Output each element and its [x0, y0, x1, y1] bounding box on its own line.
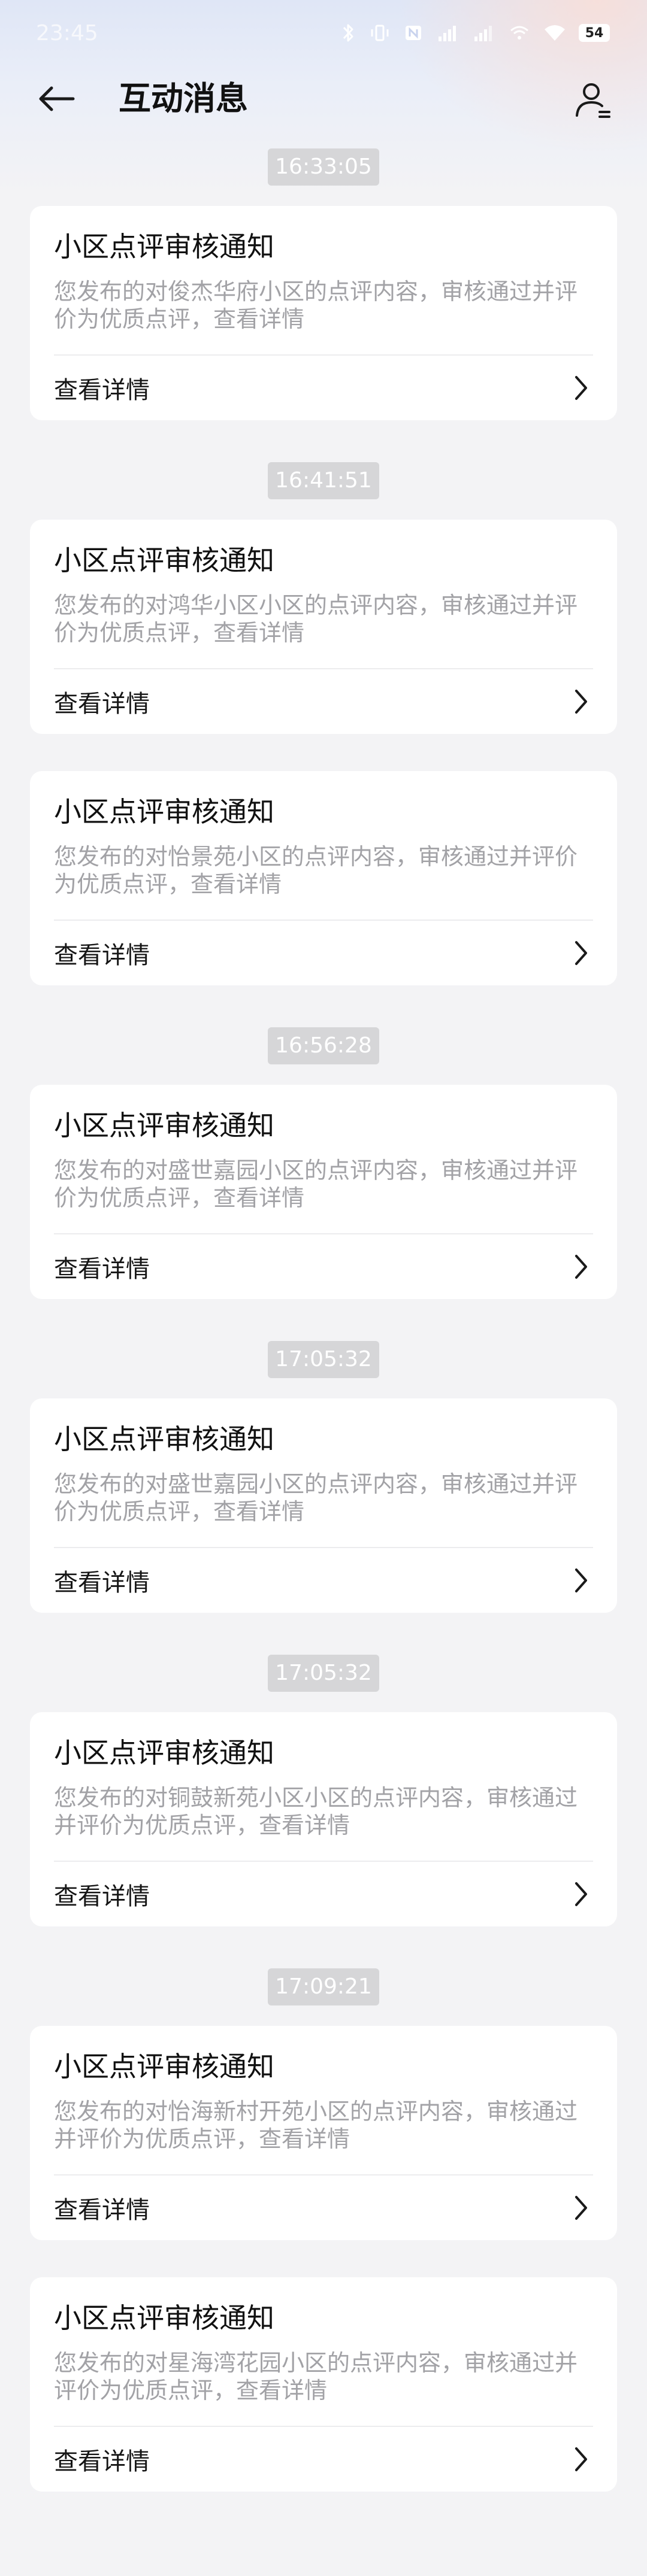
status-icons: 54 — [339, 22, 610, 44]
signal-1-icon — [439, 26, 456, 41]
timestamp-row: 16:56:28 — [268, 1027, 379, 1085]
view-details-link[interactable]: 查看详情 — [54, 936, 150, 970]
card-description: 您发布的对俊杰华府小区的点评内容，审核通过并评价为优质点评，查看详情 — [54, 278, 578, 332]
timestamp-row: 17:09:21 — [268, 1968, 379, 2026]
chevron-right-icon — [569, 1876, 593, 1912]
timestamp: 17:05:32 — [268, 1341, 379, 1378]
view-details-row[interactable]: 查看详情 — [54, 2176, 593, 2240]
notification-card[interactable]: 小区点评审核通知 您发布的对怡海新村开苑小区的点评内容，审核通过并评价为优质点评… — [30, 2026, 617, 2240]
view-details-link[interactable]: 查看详情 — [54, 371, 150, 405]
nav-bar: 互动消息 — [0, 66, 647, 132]
view-details-link[interactable]: 查看详情 — [54, 1563, 150, 1598]
notification-card[interactable]: 小区点评审核通知 您发布的对盛世嘉园小区的点评内容，审核通过并评价为优质点评，查… — [30, 1398, 617, 1613]
chevron-right-icon — [569, 2441, 593, 2477]
page-title: 互动消息 — [119, 80, 248, 117]
timestamp: 17:09:21 — [268, 1968, 379, 2005]
chevron-right-icon — [569, 684, 593, 720]
view-details-row[interactable]: 查看详情 — [54, 1548, 593, 1613]
chevron-right-icon — [569, 2190, 593, 2226]
timestamp: 17:05:32 — [268, 1655, 379, 1692]
card-title: 小区点评审核通知 — [54, 2302, 274, 2334]
view-details-row[interactable]: 查看详情 — [54, 669, 593, 734]
notification-card[interactable]: 小区点评审核通知 您发布的对盛世嘉园小区的点评内容，审核通过并评价为优质点评，查… — [30, 1085, 617, 1299]
chevron-right-icon — [569, 370, 593, 406]
arrow-left-icon — [39, 86, 75, 111]
wifi-icon — [545, 25, 565, 41]
card-description: 您发布的对怡海新村开苑小区的点评内容，审核通过并评价为优质点评，查看详情 — [54, 2098, 578, 2152]
view-details-link[interactable]: 查看详情 — [54, 684, 150, 719]
view-details-row[interactable]: 查看详情 — [54, 2427, 593, 2492]
view-details-link[interactable]: 查看详情 — [54, 2190, 150, 2225]
message-feed: 16:33:05 小区点评审核通知 您发布的对俊杰华府小区的点评内容，审核通过并… — [30, 144, 617, 2492]
chevron-right-icon — [569, 1562, 593, 1598]
profile-button[interactable] — [569, 77, 617, 125]
card-title: 小区点评审核通知 — [54, 796, 274, 828]
card-title: 小区点评审核通知 — [54, 1109, 274, 1142]
notification-card[interactable]: 小区点评审核通知 您发布的对怡景苑小区的点评内容，审核通过并评价为优质点评，查看… — [30, 771, 617, 985]
view-details-row[interactable]: 查看详情 — [54, 921, 593, 985]
card-description: 您发布的对鸿华小区小区的点评内容，审核通过并评价为优质点评，查看详情 — [54, 592, 578, 646]
view-details-row[interactable]: 查看详情 — [54, 1862, 593, 1926]
notification-card[interactable]: 小区点评审核通知 您发布的对星海湾花园小区的点评内容，审核通过并评价为优质点评，… — [30, 2277, 617, 2492]
card-description: 您发布的对铜鼓新苑小区小区的点评内容，审核通过并评价为优质点评，查看详情 — [54, 1785, 578, 1838]
timestamp-row: 17:05:32 — [268, 1341, 379, 1398]
card-description: 您发布的对怡景苑小区的点评内容，审核通过并评价为优质点评，查看详情 — [54, 844, 578, 897]
notification-card[interactable]: 小区点评审核通知 您发布的对鸿华小区小区的点评内容，审核通过并评价为优质点评，查… — [30, 520, 617, 734]
user-list-icon — [576, 83, 610, 118]
timestamp: 16:33:05 — [268, 148, 379, 186]
back-button[interactable] — [32, 78, 80, 120]
view-details-row[interactable]: 查看详情 — [54, 1234, 593, 1299]
card-description: 您发布的对盛世嘉园小区的点评内容，审核通过并评价为优质点评，查看详情 — [54, 1157, 578, 1211]
chevron-right-icon — [569, 1249, 593, 1285]
view-details-row[interactable]: 查看详情 — [54, 356, 593, 420]
card-description: 您发布的对盛世嘉园小区的点评内容，审核通过并评价为优质点评，查看详情 — [54, 1471, 578, 1525]
battery-indicator: 54 — [579, 24, 610, 42]
timestamp: 16:41:51 — [268, 462, 379, 499]
view-details-link[interactable]: 查看详情 — [54, 2442, 150, 2477]
vibrate-icon — [371, 25, 389, 41]
card-title: 小区点评审核通知 — [54, 230, 274, 263]
card-title: 小区点评审核通知 — [54, 1737, 274, 1769]
card-title: 小区点评审核通知 — [54, 1423, 274, 1455]
card-description: 您发布的对星海湾花园小区的点评内容，审核通过并评价为优质点评，查看详情 — [54, 2350, 578, 2404]
view-details-link[interactable]: 查看详情 — [54, 1877, 150, 1911]
status-time: 23:45 — [36, 20, 98, 45]
hotspot-icon — [510, 26, 528, 40]
timestamp-row: 17:05:32 — [268, 1655, 379, 1712]
chevron-right-icon — [569, 935, 593, 971]
card-title: 小区点评审核通知 — [54, 544, 274, 577]
notification-card[interactable]: 小区点评审核通知 您发布的对俊杰华府小区的点评内容，审核通过并评价为优质点评，查… — [30, 206, 617, 420]
view-details-link[interactable]: 查看详情 — [54, 1249, 150, 1284]
timestamp: 16:56:28 — [268, 1027, 379, 1064]
card-title: 小区点评审核通知 — [54, 2050, 274, 2083]
nfc-icon — [406, 26, 421, 40]
notification-card[interactable]: 小区点评审核通知 您发布的对铜鼓新苑小区小区的点评内容，审核通过并评价为优质点评… — [30, 1712, 617, 1926]
bluetooth-icon — [343, 24, 353, 42]
timestamp-row: 16:33:05 — [268, 148, 379, 206]
status-bar: 23:45 54 — [0, 0, 647, 66]
timestamp-row: 16:41:51 — [268, 462, 379, 520]
signal-2-icon — [474, 26, 492, 41]
